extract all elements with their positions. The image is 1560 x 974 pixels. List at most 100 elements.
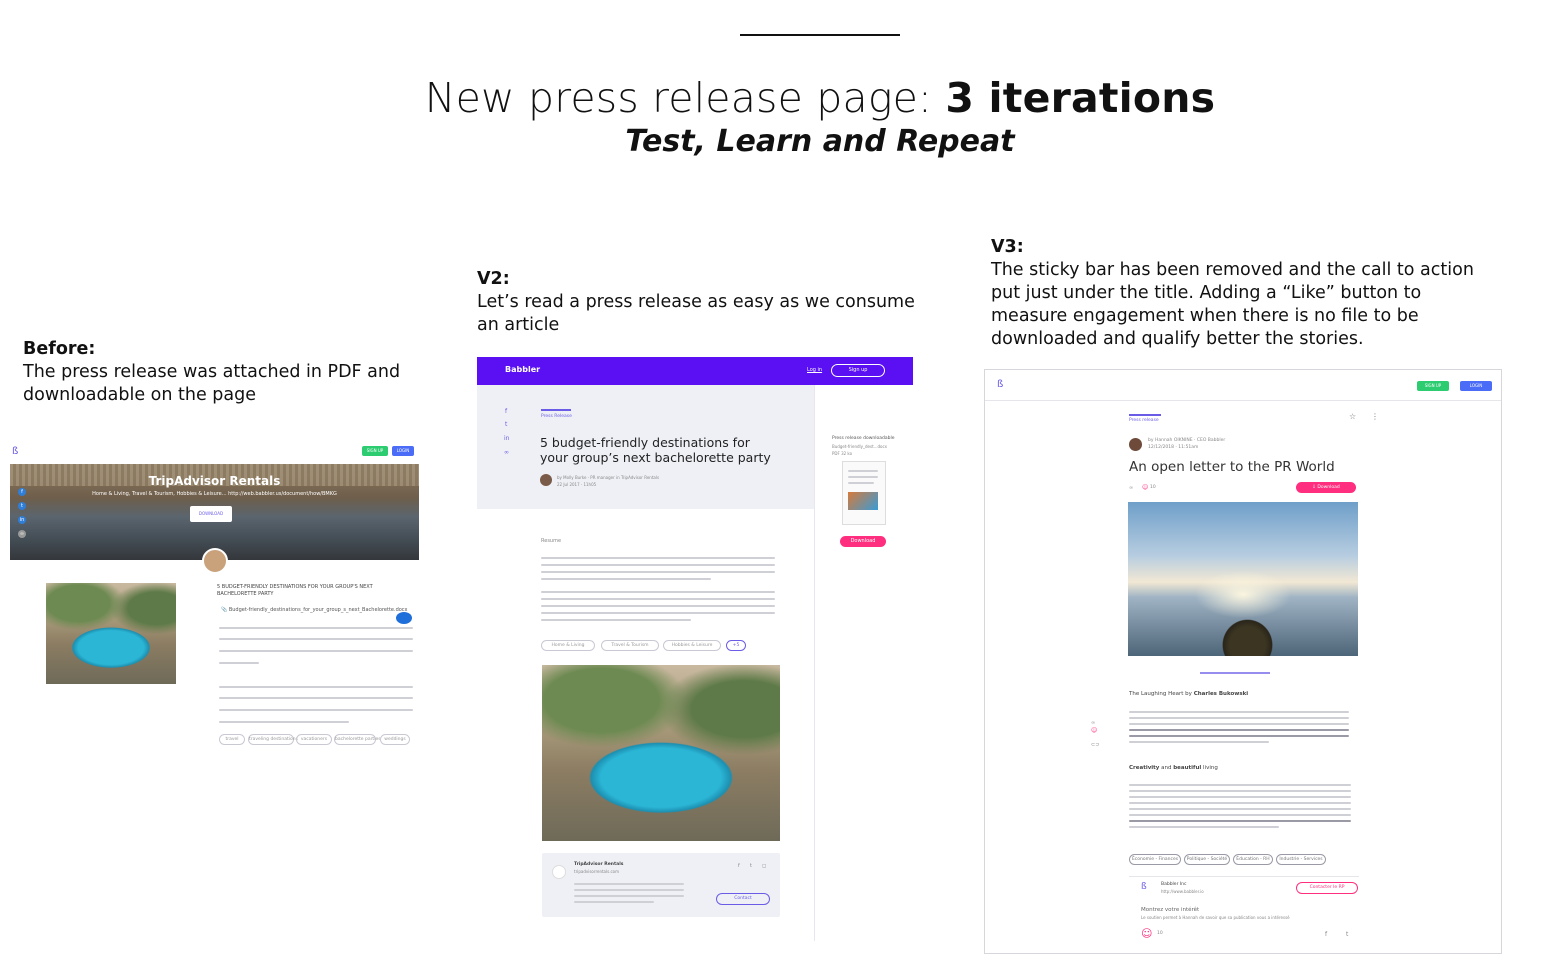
- v2-signup-button[interactable]: Sign up: [831, 364, 885, 377]
- like-icon[interactable]: ☺: [1142, 484, 1148, 491]
- tag-pill[interactable]: traveling destinations: [248, 734, 298, 745]
- tag-pill[interactable]: travel: [219, 734, 245, 745]
- twitter-icon[interactable]: t: [1346, 931, 1348, 938]
- before-screenshot: ß SIGN UP LOGIN TripAdvisor Rentals Home…: [8, 438, 424, 758]
- tag-pill[interactable]: Travel & Tourism: [601, 640, 659, 651]
- v3-author: by Hannah OIKNINE · CEO Babbler: [1148, 438, 1226, 443]
- link-icon[interactable]: ∞: [18, 530, 26, 538]
- v3-company-name: Babbler Inc: [1161, 882, 1187, 887]
- v3-company-url[interactable]: http://www.babbler.io: [1161, 889, 1204, 894]
- interest-title: Montrez votre intérêt: [1141, 907, 1200, 913]
- v2-headline-line-2: your group’s next bachelorette party: [540, 450, 771, 465]
- v3-section-1-author: Charles Bukowski: [1193, 691, 1249, 697]
- twitter-icon[interactable]: t: [505, 421, 507, 428]
- v2-headline: 5 budget-friendly destinations for your …: [540, 435, 771, 465]
- linkedin-icon[interactable]: in: [18, 516, 26, 524]
- more-options-icon[interactable]: ⋮: [1371, 412, 1379, 421]
- tag-pill[interactable]: Hobbies & Leisure: [663, 640, 721, 651]
- chat-bubble-icon[interactable]: [396, 612, 412, 624]
- tag-pill[interactable]: Industrie - Services: [1276, 854, 1326, 865]
- v2-byline: by Molly Burke · PR manager in TripAdvis…: [557, 475, 660, 480]
- caption-v2: V2: Let’s read a press release as easy a…: [477, 268, 917, 337]
- caption-v3: V3: The sticky bar has been removed and …: [991, 236, 1481, 351]
- tag-pill[interactable]: Économie - Finances: [1129, 854, 1181, 865]
- company-logo: [552, 865, 566, 879]
- title-rule: [740, 34, 900, 36]
- star-icon[interactable]: ☆: [1349, 412, 1356, 421]
- rock-shape: [1215, 600, 1280, 656]
- v2-screenshot: Babbler Log in Sign up f t in ∞ Press Re…: [477, 357, 913, 941]
- contact-button[interactable]: Contact: [716, 893, 770, 905]
- facebook-icon[interactable]: f: [738, 863, 740, 869]
- v3-category: Press release: [1129, 418, 1159, 423]
- facebook-icon[interactable]: f: [18, 488, 26, 496]
- interest-text: Le soutien permet à Hannah de savoir que…: [1141, 915, 1290, 920]
- v3-screenshot: ß SIGN UP LOGIN Press release ☆ ⋮ by Han…: [984, 369, 1502, 954]
- like-icon[interactable]: ☺: [1141, 927, 1152, 940]
- tag-pill[interactable]: Éducation - RH: [1233, 854, 1273, 865]
- twitter-icon[interactable]: t: [18, 502, 26, 510]
- author-avatar: [1129, 438, 1142, 451]
- v2-category: Press Release: [541, 414, 572, 419]
- link-icon[interactable]: ∞: [1091, 720, 1095, 726]
- caption-before-text: The press release was attached in PDF an…: [23, 362, 401, 405]
- facebook-icon[interactable]: f: [1325, 931, 1327, 938]
- tag-pill[interactable]: weddings: [380, 734, 410, 745]
- v3-download-button[interactable]: ⇩ Download: [1296, 482, 1356, 493]
- v2-login-link[interactable]: Log in: [807, 367, 822, 373]
- sign-up-button[interactable]: SIGN UP: [362, 446, 388, 456]
- linkedin-icon[interactable]: in: [504, 435, 509, 442]
- v3-divider: [1129, 876, 1359, 877]
- author-avatar: [202, 548, 228, 574]
- tag-pill[interactable]: Politique - Société: [1184, 854, 1230, 865]
- v3-contact-button[interactable]: Contacter le RP: [1296, 882, 1358, 894]
- download-size: PDF 32 ko: [832, 451, 853, 456]
- download-label: Press release downloadable: [832, 436, 895, 441]
- page-title: New press release page: 3 iterations: [424, 74, 1216, 122]
- twitter-icon[interactable]: t: [750, 863, 752, 869]
- attached-file-name: Budget-friendly_destinations_for_your_gr…: [228, 607, 408, 613]
- download-file: Budget-friendly_dest...docx: [832, 444, 888, 449]
- page-subtitle: Test, Learn and Repeat: [625, 124, 1015, 159]
- caption-v2-heading: V2:: [477, 269, 510, 289]
- instagram-icon[interactable]: ◻: [762, 863, 766, 869]
- v3-section-2-a: Creativity: [1129, 765, 1160, 771]
- link-icon[interactable]: ∞: [1129, 485, 1133, 491]
- v3-header-divider: [985, 400, 1501, 401]
- company-name: TripAdvisor Rentals: [574, 862, 624, 867]
- v2-section-title: Resume: [541, 538, 562, 544]
- tag-pill[interactable]: bachelorette parties: [334, 734, 381, 745]
- v3-login-button[interactable]: LOGIN: [1460, 381, 1492, 391]
- babbler-logo-icon: ß: [997, 379, 1004, 390]
- interest-count: 10: [1157, 931, 1163, 936]
- thumbnail-image: [848, 492, 878, 510]
- category-underline: [1129, 414, 1161, 416]
- v3-section-2-c: beautiful: [1173, 765, 1202, 771]
- like-icon[interactable]: ☺: [1091, 727, 1097, 734]
- sunrise-image: [1128, 502, 1358, 656]
- pool-image: [46, 583, 176, 684]
- before-headline: 5 BUDGET-FRIENDLY DESTINATIONS FOR YOUR …: [217, 584, 373, 597]
- facebook-icon[interactable]: f: [505, 408, 507, 415]
- caption-v2-text: Let’s read a press release as easy as we…: [477, 292, 915, 335]
- category-underline: [541, 409, 571, 411]
- v2-sidebar-divider: [814, 385, 815, 941]
- hero-download-button[interactable]: DOWNLOAD: [190, 506, 232, 522]
- pdf-thumbnail[interactable]: [842, 461, 886, 525]
- company-url[interactable]: tripadvisorrentals.com: [574, 869, 619, 874]
- more-tags-pill[interactable]: +5: [726, 640, 746, 651]
- v3-sign-up-button[interactable]: SIGN UP: [1417, 381, 1449, 391]
- v3-section-2-title: Creativity and beautiful living: [1129, 765, 1218, 771]
- hero-title: TripAdvisor Rentals: [148, 474, 281, 488]
- tag-pill[interactable]: Home & Living: [541, 640, 595, 651]
- v2-navbar: Babbler Log in Sign up: [477, 357, 913, 385]
- attached-file[interactable]: 📎 Budget-friendly_destinations_for_your_…: [221, 607, 408, 613]
- login-button[interactable]: LOGIN: [392, 446, 414, 456]
- tag-pill[interactable]: vacationers: [296, 734, 332, 745]
- caption-before: Before: The press release was attached i…: [23, 338, 413, 407]
- image-carousel-indicator[interactable]: [1200, 672, 1270, 674]
- link-icon[interactable]: ∞: [504, 449, 509, 456]
- share-icon[interactable]: ⊂⊃: [1091, 742, 1099, 748]
- caption-before-heading: Before:: [23, 339, 96, 359]
- v2-download-button[interactable]: Download: [840, 536, 886, 547]
